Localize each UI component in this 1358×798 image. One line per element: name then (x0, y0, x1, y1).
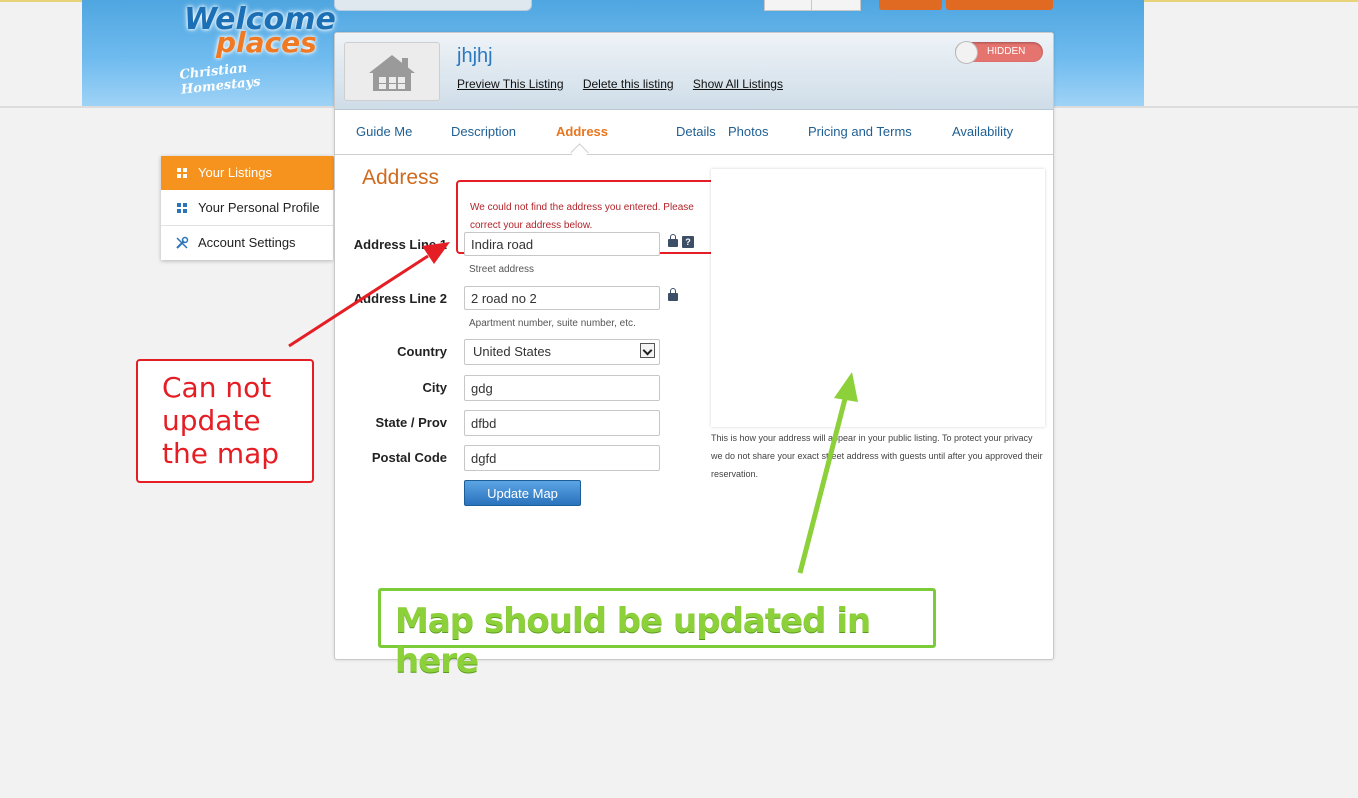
delete-listing-link[interactable]: Delete this listing (583, 77, 674, 91)
state-label: State / Prov (375, 415, 447, 430)
tab-pricing-and-terms[interactable]: Pricing and Terms (808, 124, 912, 139)
map-preview[interactable] (711, 169, 1045, 427)
address-error-message: We could not find the address you entere… (470, 202, 694, 231)
sidebar-item-personal-profile[interactable]: Your Personal Profile (161, 191, 333, 226)
annotation-red-text: Can not update the map (162, 371, 280, 470)
address-line1-hint: Street address (469, 264, 535, 275)
listings-grid-icon (177, 168, 187, 178)
lock-icon (668, 234, 678, 247)
chevron-down-icon (640, 343, 655, 358)
annotation-green-text: Map should be updated in here (395, 601, 871, 681)
address-line2-hint: Apartment number, suite number, etc. (469, 318, 636, 329)
top-orange-button-2[interactable] (946, 0, 1053, 10)
visibility-toggle[interactable]: HIDDEN (955, 41, 1043, 64)
tab-address[interactable]: Address (556, 124, 608, 139)
profile-grid-icon (177, 203, 187, 213)
address-line1-label: Address Line 1 (353, 237, 447, 252)
tab-details[interactable]: Details (676, 124, 716, 139)
listing-tabs: Guide Me Description Address Details Pho… (335, 110, 1053, 162)
top-search-input[interactable] (334, 0, 532, 11)
tab-description[interactable]: Description (451, 124, 516, 139)
sidebar-item-your-listings[interactable]: Your Listings (161, 156, 346, 190)
country-selected-value: United States (473, 344, 552, 359)
lock-icon (668, 288, 678, 301)
country-label: Country (397, 344, 447, 359)
toggle-knob (955, 41, 978, 64)
address-line1-input[interactable] (464, 232, 660, 256)
show-all-listings-link[interactable]: Show All Listings (693, 77, 783, 91)
state-input[interactable] (464, 410, 660, 436)
sidebar-item-label: Account Settings (198, 235, 296, 250)
preview-listing-link[interactable]: Preview This Listing (457, 77, 564, 91)
tab-photos[interactable]: Photos (728, 124, 768, 139)
top-nav-button-2[interactable] (811, 0, 861, 11)
listing-title: jhjhj (457, 45, 493, 67)
postal-code-label: Postal Code (371, 450, 447, 465)
annotation-red-callout: Can not update the map (136, 359, 314, 483)
site-logo[interactable]: Welcome places Christian Homestays (170, 0, 336, 100)
help-icon[interactable]: ? (682, 236, 694, 248)
update-map-button[interactable]: Update Map (464, 480, 581, 506)
tab-availability[interactable]: Availability (952, 124, 1013, 139)
listing-header: jhjhj Preview This Listing Delete this l… (335, 33, 1053, 110)
map-privacy-note: This is how your address will appear in … (711, 433, 1043, 479)
listing-actions: Preview This Listing Delete this listing… (457, 77, 799, 91)
active-tab-indicator (570, 143, 589, 162)
address-line2-input[interactable] (464, 286, 660, 310)
sidebar-item-label: Your Listings (198, 165, 272, 180)
visibility-status: HIDDEN (987, 46, 1026, 57)
section-title: Address (362, 166, 440, 189)
postal-code-input[interactable] (464, 445, 660, 471)
city-input[interactable] (464, 375, 660, 401)
sidebar-item-label: Your Personal Profile (198, 200, 320, 215)
address-line2-label: Address Line 2 (353, 291, 447, 306)
tab-guide-me[interactable]: Guide Me (356, 124, 412, 139)
country-select[interactable]: United States (464, 339, 660, 365)
listing-thumbnail[interactable] (344, 42, 440, 101)
logo-tagline: Christian Homestays (178, 60, 262, 98)
city-label: City (422, 380, 447, 395)
listing-editor-panel: jhjhj Preview This Listing Delete this l… (334, 32, 1054, 660)
tools-icon (176, 236, 189, 249)
house-placeholder-icon (369, 55, 415, 91)
top-nav-button-1[interactable] (764, 0, 812, 11)
top-orange-button-1[interactable] (879, 0, 942, 10)
annotation-green-callout: Map should be updated in here (378, 588, 936, 681)
